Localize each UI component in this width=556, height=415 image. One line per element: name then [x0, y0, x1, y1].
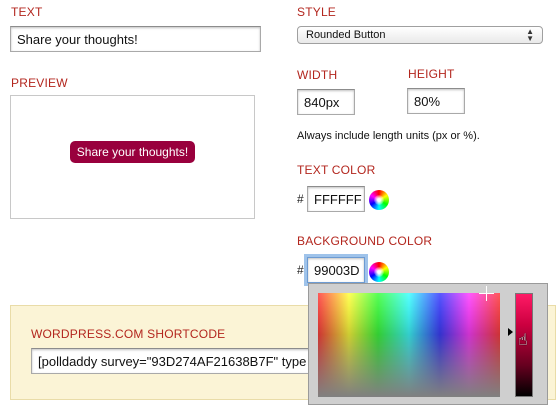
style-label: STYLE [297, 5, 337, 19]
select-arrows-icon: ▲ ▼ [526, 27, 534, 43]
text-label: TEXT [11, 5, 43, 19]
style-select[interactable]: Rounded Button ▲ ▼ [297, 26, 543, 44]
width-label: WIDTH [297, 68, 338, 82]
height-input[interactable]: 80% [407, 88, 465, 114]
height-label: HEIGHT [408, 67, 455, 81]
slider-arrow-icon[interactable] [508, 328, 513, 336]
style-select-value: Rounded Button [306, 29, 386, 41]
units-hint: Always include length units (px or %). [297, 130, 480, 142]
text-input[interactable]: Share your thoughts! [10, 26, 261, 52]
text-color-hash: # [297, 192, 304, 206]
text-color-label: TEXT COLOR [297, 163, 376, 177]
shortcode-label: WORDPRESS.COM SHORTCODE [31, 327, 226, 341]
background-color-input[interactable]: 99003D [307, 257, 365, 283]
background-color-hash: # [297, 263, 304, 277]
width-input[interactable]: 840px [297, 89, 355, 115]
crosshair-icon [479, 286, 494, 301]
color-wheel-icon[interactable] [369, 190, 389, 210]
background-color-label: BACKGROUND COLOR [297, 234, 433, 248]
color-wheel-icon[interactable] [369, 262, 389, 282]
color-picker-field[interactable] [318, 293, 500, 397]
shortcode-input[interactable]: [polldaddy survey="93D274AF21638B7F" typ… [31, 348, 311, 374]
color-picker-popup[interactable] [308, 283, 548, 405]
text-color-input[interactable]: FFFFFF [307, 186, 365, 212]
preview-label: PREVIEW [11, 76, 68, 90]
hand-cursor-icon: ☝ [518, 332, 528, 349]
preview-button[interactable]: Share your thoughts! [70, 141, 195, 163]
